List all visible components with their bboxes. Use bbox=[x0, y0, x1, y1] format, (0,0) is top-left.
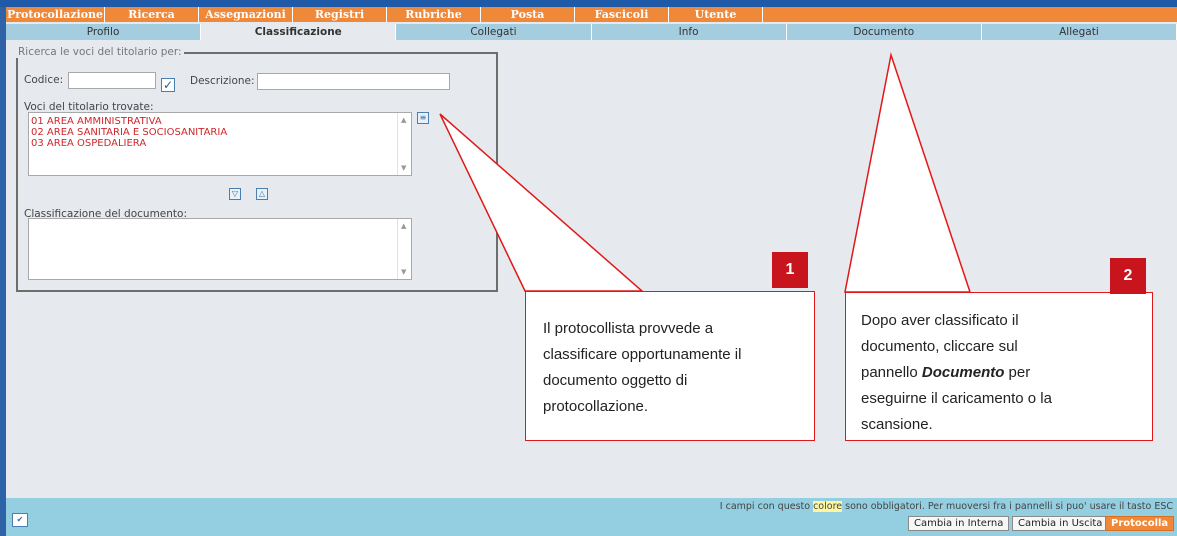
arrow-2 bbox=[844, 52, 972, 293]
spellcheck-icon[interactable]: ✔ bbox=[12, 513, 28, 527]
callout-1-number: 1 bbox=[772, 252, 808, 288]
status-bar: I campi con questo colore sono obbligato… bbox=[6, 498, 1177, 536]
callout-1-text: Il protocollista provvede a classificare… bbox=[543, 320, 742, 415]
callout-2-number: 2 bbox=[1110, 258, 1146, 294]
protocolla-button[interactable]: Protocolla bbox=[1105, 516, 1175, 531]
arrow-1 bbox=[439, 113, 644, 292]
callout-arrows bbox=[439, 52, 972, 293]
required-color-chip: colore bbox=[813, 501, 843, 512]
status-message: I campi con questo colore sono obbligato… bbox=[719, 501, 1173, 512]
cambia-interna-button[interactable]: Cambia in Interna bbox=[908, 516, 1010, 531]
cambia-uscita-button[interactable]: Cambia in Uscita bbox=[1012, 516, 1109, 531]
callout-2-text: Dopo aver classificato il documento, cli… bbox=[861, 312, 1052, 433]
